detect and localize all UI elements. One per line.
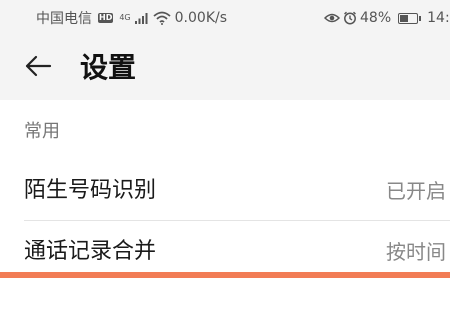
status-bar-right: 48% 14: (324, 0, 450, 36)
highlighted-setting-row[interactable] (0, 272, 450, 312)
setting-value: 按时间 (386, 240, 446, 264)
arrow-left-icon (25, 55, 52, 77)
wifi-icon (153, 11, 171, 25)
battery-percent: 48% (360, 10, 392, 26)
setting-value: 已开启 (386, 179, 446, 203)
eye-icon (324, 13, 340, 23)
status-bar-left: 中国电信 HD 4G 0.00K/s (36, 0, 227, 36)
section-header: 常用 (24, 121, 60, 142)
setting-label: 陌生号码识别 (24, 178, 157, 203)
setting-label: 通话记录合并 (24, 239, 157, 264)
status-bar: 中国电信 HD 4G 0.00K/s 48% 14: (0, 0, 450, 36)
network-type: 4G (119, 13, 131, 22)
alarm-icon (344, 11, 356, 25)
back-button[interactable] (22, 50, 54, 82)
signal-icon (134, 13, 148, 24)
clock: 14: (427, 10, 450, 26)
battery-level-fill (400, 14, 408, 22)
carrier-name: 中国电信 (36, 11, 92, 27)
divider (24, 220, 450, 221)
hd-badge: HD (98, 13, 114, 23)
toolbar (0, 36, 450, 100)
network-speed: 0.00K/s (174, 10, 228, 26)
setting-row-stranger-id[interactable]: 陌生号码识别 已开启 (0, 160, 450, 222)
battery-icon (398, 12, 422, 24)
page-title: 设置 (80, 51, 137, 84)
